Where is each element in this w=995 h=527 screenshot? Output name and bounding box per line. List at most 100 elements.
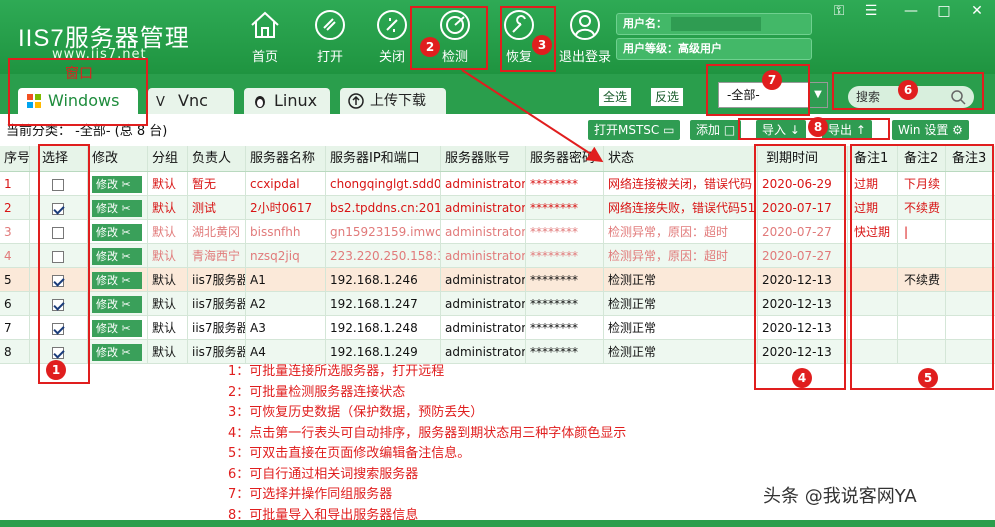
row-edit-button[interactable]: 修改 ✂ <box>92 200 142 217</box>
row-edit-button[interactable]: 修改 ✂ <box>92 272 142 289</box>
row-edit-button[interactable]: 修改 ✂ <box>92 248 142 265</box>
annotation-number-7: 7 <box>762 70 782 90</box>
close-icon[interactable]: ✕ <box>966 3 988 19</box>
cell-password: ******** <box>526 292 604 315</box>
cell-ip: gn15923159.imwo <box>326 220 441 243</box>
nav-home-label: 首页 <box>251 50 278 65</box>
col-password[interactable]: 服务器密码 <box>526 146 604 171</box>
cell-group: 默认 <box>148 292 188 315</box>
annotation-number-6: 6 <box>898 80 918 100</box>
annotation-number-5: 5 <box>918 368 938 388</box>
invert-selection-button[interactable]: 反选 <box>650 87 685 107</box>
col-server-ip[interactable]: 服务器IP和端口 <box>326 146 441 171</box>
cell-group: 默认 <box>148 220 188 243</box>
cell-password: ******** <box>526 196 604 219</box>
annotation-note: 3：可恢复历史数据（保护数据，预防丢失） <box>228 405 484 420</box>
cell-password: ******** <box>526 268 604 291</box>
menu-icon[interactable]: ☰ <box>860 3 882 19</box>
select-all-button[interactable]: 全选 <box>598 87 633 107</box>
cell-password: ******** <box>526 316 604 339</box>
row-edit-button[interactable]: 修改 ✂ <box>92 296 142 313</box>
add-label: 添加 <box>696 123 721 137</box>
annotation-number-3: 3 <box>532 35 552 55</box>
cell-owner: iis7服务器 <box>188 292 246 315</box>
cell-group: 默认 <box>148 196 188 219</box>
linux-icon <box>255 96 265 108</box>
cell-name: A2 <box>246 292 326 315</box>
username-row: 用户名： <box>616 13 812 35</box>
chevron-down-icon[interactable]: ▼ <box>809 83 827 107</box>
username-value <box>671 17 761 31</box>
username-label: 用户名： <box>623 17 667 30</box>
row-edit-button[interactable]: 修改 ✂ <box>92 224 142 241</box>
minimize-icon[interactable]: — <box>900 3 922 19</box>
lock-icon[interactable]: ⚿ <box>828 3 850 19</box>
cell-group: 默认 <box>148 316 188 339</box>
cell-ip: bs2.tpddns.cn:2017 <box>326 196 441 219</box>
cell-password: ******** <box>526 244 604 267</box>
vnc-icon: V <box>156 95 165 109</box>
cell-account: administrator <box>441 340 526 363</box>
cell-status: 检测正常 <box>604 268 758 291</box>
row-edit-cell: 修改 ✂ <box>88 340 148 363</box>
cell-status: 检测正常 <box>604 292 758 315</box>
open-mstsc-button[interactable]: 打开MSTSC ▭ <box>588 120 681 140</box>
cell-status: 网络连接失败，错误代码51 <box>604 196 758 219</box>
col-edit[interactable]: 修改 <box>88 146 148 171</box>
annotation-number-2: 2 <box>420 37 440 57</box>
col-status[interactable]: 状态 <box>604 146 758 171</box>
nav-logout-label: 退出登录 <box>558 50 611 65</box>
cell-name: 2小时0617 <box>246 196 326 219</box>
bottom-bar <box>0 520 995 527</box>
row-edit-cell: 修改 ✂ <box>88 268 148 291</box>
add-button[interactable]: 添加 □ <box>690 120 742 140</box>
cell-group: 默认 <box>148 172 188 195</box>
cell-account: administrator <box>441 220 526 243</box>
nav-logout-button[interactable]: 退出登录 <box>553 8 617 66</box>
cell-owner: iis7服务器 <box>188 316 246 339</box>
annotation-note: 2：可批量检测服务器连接状态 <box>228 384 406 400</box>
nav-open-label: 打开 <box>316 50 343 65</box>
nav-open-button[interactable]: 打开 <box>301 8 359 66</box>
open-mstsc-label: 打开MSTSC <box>594 123 660 137</box>
user-icon <box>570 10 600 40</box>
cell-account: administrator <box>441 292 526 315</box>
annotation-note: 4：点击第一行表头可自动排序，服务器到期状态用三种字体颜色显示 <box>228 425 627 441</box>
col-no[interactable]: 序号 <box>0 146 30 171</box>
cell-owner: 暂无 <box>188 172 246 195</box>
tab-upload[interactable]: 上传下载 <box>340 88 446 114</box>
cell-no: 4 <box>0 244 30 267</box>
cell-status: 检测正常 <box>604 316 758 339</box>
maximize-icon[interactable]: □ <box>933 3 955 19</box>
tab-vnc[interactable]: V Vnc <box>148 88 234 114</box>
row-edit-button[interactable]: 修改 ✂ <box>92 176 142 193</box>
cell-no: 1 <box>0 172 30 195</box>
annotation-note: 5：可双击直接在页面修改编辑备注信息。 <box>228 446 471 461</box>
col-account[interactable]: 服务器账号 <box>441 146 526 171</box>
cell-no: 2 <box>0 196 30 219</box>
tab-upload-label: 上传下载 <box>370 93 426 109</box>
annotation-box-2 <box>410 6 488 70</box>
cell-status: 网络连接被关闭，错误代码 <box>604 172 758 195</box>
cell-no: 3 <box>0 220 30 243</box>
col-server-name[interactable]: 服务器名称 <box>246 146 326 171</box>
row-edit-cell: 修改 ✂ <box>88 316 148 339</box>
nav-home-button[interactable]: 首页 <box>236 8 294 66</box>
watermark: 头条 @我说客网YA <box>763 486 917 507</box>
annotation-note: 1：可批量连接所选服务器，打开远程 <box>228 364 445 379</box>
annotation-box-1 <box>38 144 90 384</box>
win-settings-button[interactable]: Win 设置 ⚙ <box>892 120 969 140</box>
cell-owner: 测试 <box>188 196 246 219</box>
row-edit-cell: 修改 ✂ <box>88 292 148 315</box>
app-header: IIS7服务器管理 www.iis7.net 首页 打开 关闭 检测 恢复 退出… <box>0 0 995 74</box>
cell-group: 默认 <box>148 268 188 291</box>
row-edit-button[interactable]: 修改 ✂ <box>92 344 142 361</box>
tab-linux[interactable]: Linux <box>244 88 330 114</box>
col-group[interactable]: 分组 <box>148 146 188 171</box>
row-edit-cell: 修改 ✂ <box>88 220 148 243</box>
row-edit-cell: 修改 ✂ <box>88 196 148 219</box>
cell-group: 默认 <box>148 244 188 267</box>
row-edit-button[interactable]: 修改 ✂ <box>92 320 142 337</box>
col-owner[interactable]: 负责人 <box>188 146 246 171</box>
cell-name: A3 <box>246 316 326 339</box>
